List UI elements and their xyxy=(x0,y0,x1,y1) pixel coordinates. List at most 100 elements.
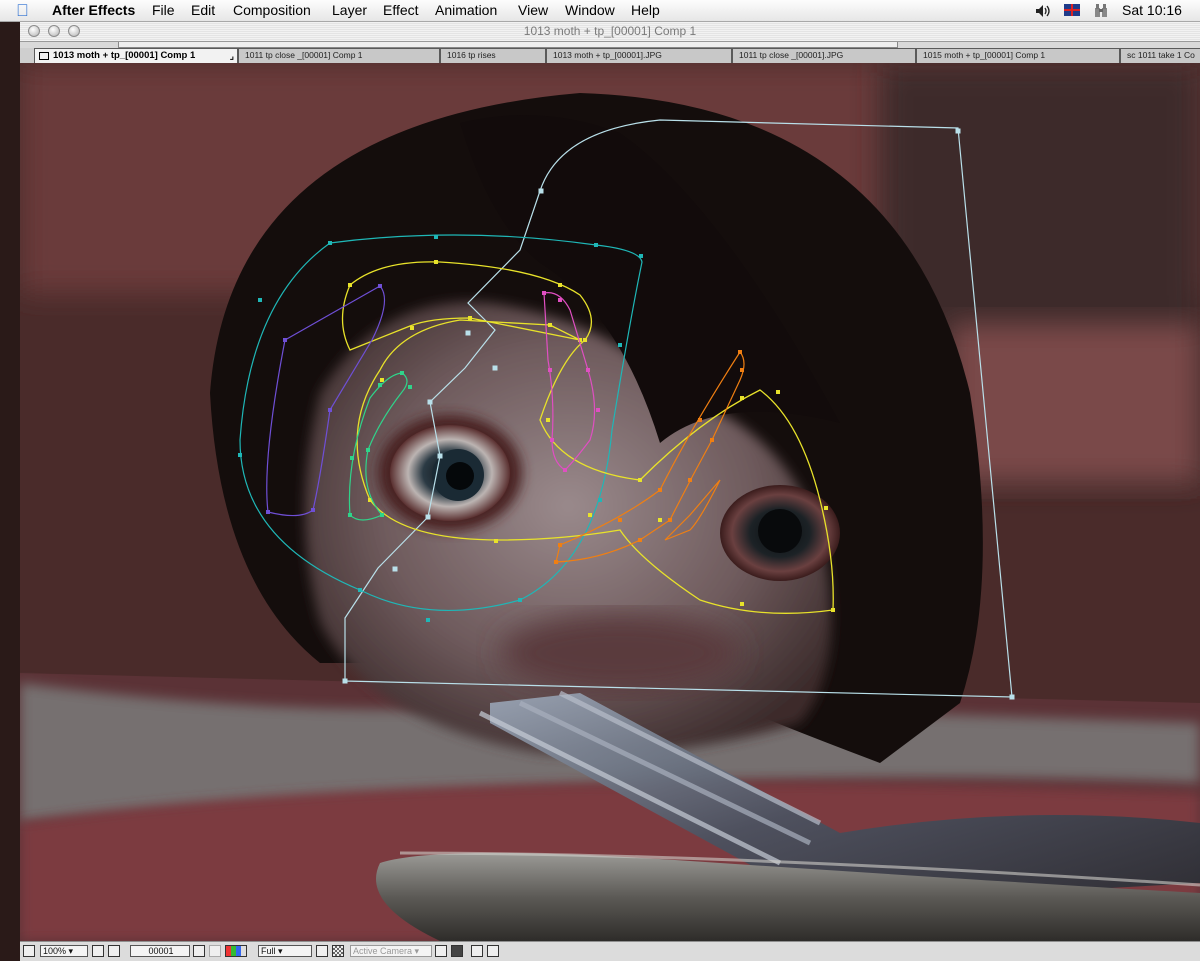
mask-vertex[interactable] xyxy=(563,468,567,472)
volume-icon[interactable] xyxy=(1035,4,1051,18)
mask-vertex[interactable] xyxy=(698,418,702,422)
mask-vertex[interactable] xyxy=(492,365,498,371)
mask-vertex[interactable] xyxy=(668,518,672,522)
mask-vertex[interactable] xyxy=(380,513,384,517)
mask-vertex[interactable] xyxy=(740,602,744,606)
fast-previews-icon[interactable] xyxy=(451,945,463,957)
mask-vertex[interactable] xyxy=(378,284,382,288)
mask-vertex[interactable] xyxy=(518,598,522,602)
mask-vertex[interactable] xyxy=(538,188,544,194)
mask-eye-brow-path[interactable] xyxy=(341,260,836,614)
mask-vertex[interactable] xyxy=(408,385,412,389)
mask-vertex[interactable] xyxy=(494,539,498,543)
mask-vertex[interactable] xyxy=(437,453,443,459)
menu-edit[interactable]: Edit xyxy=(191,2,215,18)
mask-pink-stroke[interactable] xyxy=(543,292,596,471)
mask-vertex[interactable] xyxy=(1009,694,1015,700)
mask-vertex[interactable] xyxy=(392,566,398,572)
menu-clock[interactable]: Sat 10:16 xyxy=(1122,2,1182,18)
menu-window[interactable]: Window xyxy=(565,2,615,18)
mask-vertex[interactable] xyxy=(238,453,242,457)
mask-vertex[interactable] xyxy=(366,448,370,452)
mask-vertex[interactable] xyxy=(594,243,598,247)
tab-1013-jpg[interactable]: 1013 moth + tp_[00001].JPG xyxy=(546,48,732,63)
mask-vertex[interactable] xyxy=(350,456,354,460)
timeline-icon[interactable] xyxy=(471,945,483,957)
show-snapshot-icon[interactable] xyxy=(209,945,221,957)
mask-vertex[interactable] xyxy=(639,254,643,258)
mask-vertex[interactable] xyxy=(740,368,744,372)
tab-1016-tp-rises[interactable]: 1016 tp rises xyxy=(440,48,546,63)
current-time-field[interactable]: 00001 xyxy=(130,945,190,957)
mask-vertex[interactable] xyxy=(638,538,642,542)
mask-vertex[interactable] xyxy=(548,323,552,327)
menu-help[interactable]: Help xyxy=(631,2,660,18)
mask-vertex[interactable] xyxy=(558,283,562,287)
mask-vertex[interactable] xyxy=(548,368,552,372)
menu-app-name[interactable]: After Effects xyxy=(52,2,135,18)
window-titlebar[interactable]: 1013 moth + tp_[00001] Comp 1 xyxy=(20,22,1200,42)
mask-vertex[interactable] xyxy=(400,371,404,375)
mask-vertex[interactable] xyxy=(738,350,742,354)
mask-vertex[interactable] xyxy=(542,291,546,295)
mask-vertex[interactable] xyxy=(546,418,550,422)
mask-vertex[interactable] xyxy=(380,378,384,382)
apple-menu-icon[interactable]:  xyxy=(16,1,29,21)
mask-vertex[interactable] xyxy=(425,514,431,520)
title-action-safe-icon[interactable] xyxy=(92,945,104,957)
binoculars-icon[interactable] xyxy=(1094,3,1108,18)
flowchart-icon[interactable] xyxy=(487,945,499,957)
mask-vertex[interactable] xyxy=(427,399,433,405)
channel-rgb-icon[interactable] xyxy=(225,945,247,957)
mask-outer-stroke[interactable] xyxy=(239,234,643,611)
mask-vertex[interactable] xyxy=(598,498,602,502)
menu-effect[interactable]: Effect xyxy=(383,2,419,18)
mask-vertex[interactable] xyxy=(831,608,835,612)
transparency-grid-icon[interactable] xyxy=(332,945,344,957)
mask-vertex[interactable] xyxy=(618,343,622,347)
mask-vertex[interactable] xyxy=(658,518,662,522)
mask-vertex[interactable] xyxy=(266,510,270,514)
mask-vertex[interactable] xyxy=(465,330,471,336)
mask-green-stroke[interactable] xyxy=(348,372,408,521)
resolution-popup[interactable]: Full ▾ xyxy=(258,945,312,957)
mask-vertex[interactable] xyxy=(740,396,744,400)
mask-vertex[interactable] xyxy=(776,390,780,394)
mask-vertex[interactable] xyxy=(586,368,590,372)
mask-vertex[interactable] xyxy=(348,283,352,287)
tab-1011-comp[interactable]: 1011 tp close _[00001] Comp 1 xyxy=(238,48,440,63)
mask-vertex[interactable] xyxy=(824,506,828,510)
menu-layer[interactable]: Layer xyxy=(332,2,367,18)
menu-animation[interactable]: Animation xyxy=(435,2,497,18)
mask-vertex[interactable] xyxy=(558,298,562,302)
mask-outer-face-path[interactable] xyxy=(238,234,643,622)
composition-viewer[interactable] xyxy=(20,63,1200,941)
tab-1013-comp[interactable]: 1013 moth + tp_[00001] Comp 1 ⌟ xyxy=(34,48,238,63)
mask-vertex[interactable] xyxy=(410,326,414,330)
snapshot-camera-icon[interactable] xyxy=(193,945,205,957)
menu-composition[interactable]: Composition xyxy=(233,2,311,18)
mask-vertex[interactable] xyxy=(583,338,587,342)
mask-vertex[interactable] xyxy=(348,513,352,517)
mask-vertex[interactable] xyxy=(955,128,961,134)
input-menu-flag-icon[interactable] xyxy=(1064,4,1080,16)
mask-vertex[interactable] xyxy=(342,678,348,684)
camera-view-popup[interactable]: Active Camera ▾ xyxy=(350,945,432,957)
mask-vertex[interactable] xyxy=(588,513,592,517)
mask-vertex[interactable] xyxy=(328,408,332,412)
mask-vertex[interactable] xyxy=(358,588,362,592)
view-layout-icon[interactable] xyxy=(435,945,447,957)
mask-bounding-path[interactable] xyxy=(342,119,1015,700)
mask-vertex[interactable] xyxy=(550,438,554,442)
mask-yellow-stroke[interactable] xyxy=(341,261,834,614)
mask-vertex[interactable] xyxy=(434,260,438,264)
mask-vertex[interactable] xyxy=(638,478,642,482)
tab-sc-1011[interactable]: sc 1011 take 1 Co xyxy=(1120,48,1200,63)
mask-vertex[interactable] xyxy=(328,241,332,245)
mask-vertex[interactable] xyxy=(710,438,714,442)
mask-vertex[interactable] xyxy=(658,488,662,492)
mask-vertex[interactable] xyxy=(618,518,622,522)
mask-vertex[interactable] xyxy=(311,508,315,512)
mask-vertex[interactable] xyxy=(378,383,382,387)
mask-vertex[interactable] xyxy=(468,316,472,320)
